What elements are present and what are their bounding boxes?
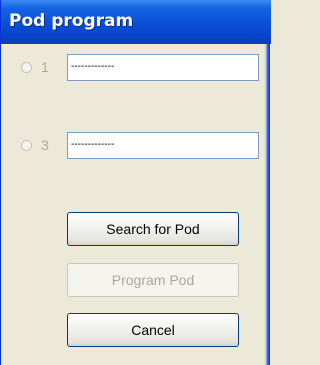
window-right-border (264, 44, 270, 365)
option-row-3: 3 ------------- (1, 132, 263, 162)
pod-1-field[interactable]: ------------- (67, 54, 259, 81)
search-for-pod-button[interactable]: Search for Pod (67, 212, 239, 246)
program-pod-button: Program Pod (67, 263, 239, 297)
pod-3-field[interactable]: ------------- (67, 132, 259, 159)
title-bar[interactable]: Pod program (1, 0, 271, 44)
window-title: Pod program (9, 11, 134, 31)
option-3-label: 3 (41, 137, 49, 153)
option-1-label: 1 (41, 59, 49, 75)
cancel-button[interactable]: Cancel (67, 313, 239, 347)
option-row-1: 1 ------------- (1, 54, 263, 84)
radio-option-3[interactable] (21, 140, 32, 151)
pod-program-window: Pod program 1 ------------- 3 ----------… (0, 0, 271, 365)
radio-option-1[interactable] (21, 62, 32, 73)
